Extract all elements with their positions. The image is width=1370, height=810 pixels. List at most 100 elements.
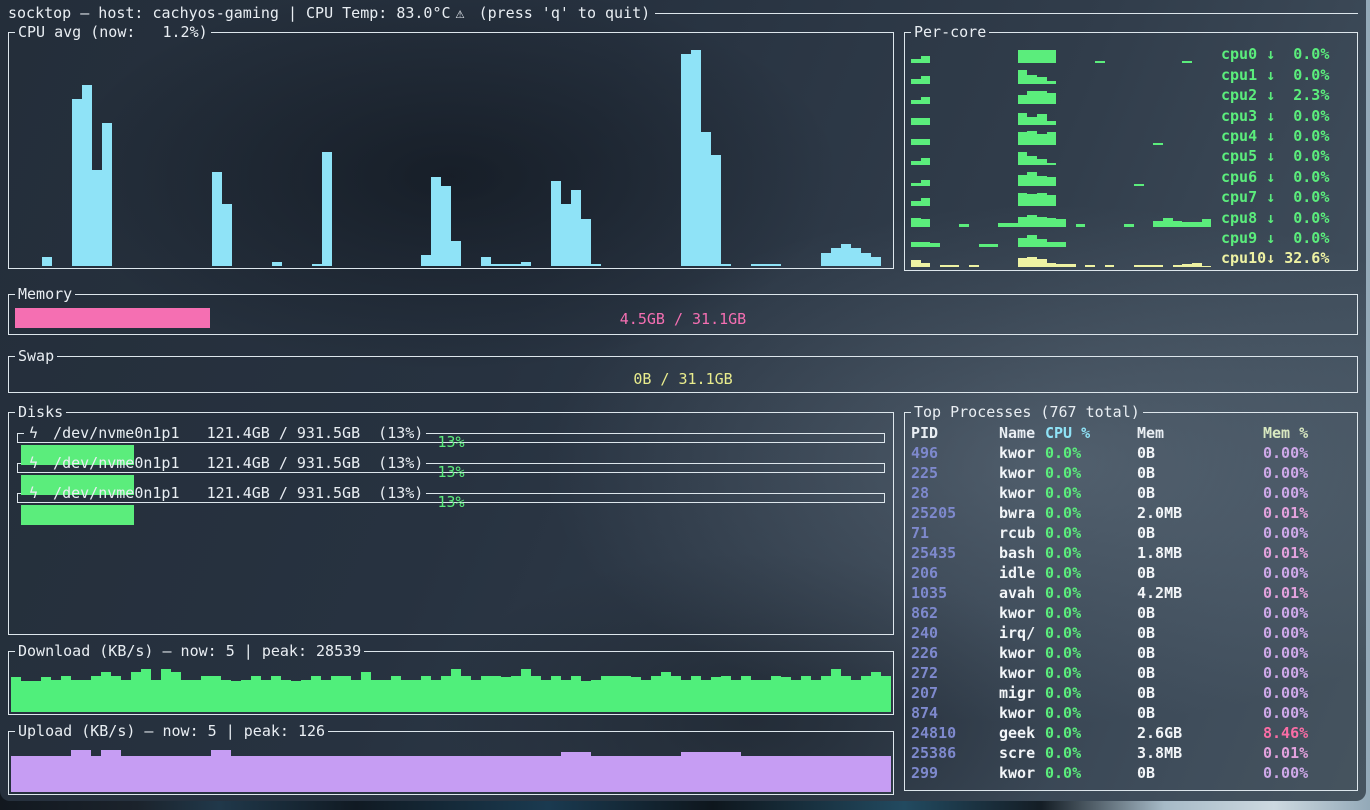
process-cpu: 0.0% (1045, 503, 1137, 523)
chart-bar (1037, 77, 1047, 84)
chart-bar (1182, 222, 1192, 226)
chart-bar (1027, 257, 1037, 267)
core-row: cpu4 ↓ 0.0% (911, 126, 1353, 146)
process-mem: 2.6GB (1137, 723, 1263, 743)
chart-bar (911, 59, 921, 63)
chart-bar (361, 756, 371, 792)
chart-bar (911, 79, 921, 84)
disk-usage-row: 13% (17, 502, 885, 503)
chart-bar (751, 264, 761, 266)
chart-bar (401, 680, 411, 712)
chart-bar (1144, 265, 1154, 267)
chart-bar (1163, 218, 1173, 226)
chart-bar (301, 680, 311, 712)
chart-bar (801, 756, 811, 792)
download-panel: Download (KB/s) — now: 5 | peak: 28539 (8, 644, 894, 715)
chart-bar (541, 756, 551, 792)
core-spark-chart (911, 68, 1221, 84)
process-pid: 25435 (911, 543, 999, 563)
chart-bar (731, 680, 741, 712)
chart-bar (31, 756, 41, 792)
chart-bar (871, 257, 881, 266)
process-mem: 1.8MB (1137, 543, 1263, 563)
per-core-title: Per-core (914, 24, 986, 40)
chart-bar (231, 756, 241, 792)
chart-bar (481, 257, 491, 266)
lightning-icon: ϟ (29, 424, 38, 442)
chart-bar (141, 669, 151, 712)
chart-bar (641, 680, 651, 712)
core-row: cpu7 ↓ 0.0% (911, 187, 1353, 207)
process-mem: 0B (1137, 523, 1263, 543)
process-pid: 496 (911, 443, 999, 463)
chart-bar (691, 676, 701, 712)
chart-bar (811, 756, 821, 792)
chart-bar (591, 756, 601, 792)
chart-bar (1037, 239, 1047, 247)
chart-bar (681, 752, 691, 792)
chart-bar (231, 681, 241, 712)
chart-bar (721, 264, 731, 266)
chart-bar (201, 756, 211, 792)
chart-bar (381, 680, 391, 712)
core-spark-chart (911, 170, 1221, 186)
border-corner (878, 463, 885, 472)
core-spark-chart (911, 211, 1221, 227)
chart-bar (701, 132, 711, 266)
chart-bar (561, 204, 571, 266)
process-pid: 862 (911, 603, 999, 623)
chart-bar (41, 677, 51, 712)
chart-bar (641, 756, 651, 792)
border-corner (8, 731, 15, 740)
chart-bar (511, 756, 521, 792)
chart-bar (521, 756, 531, 792)
chart-bar (91, 676, 101, 712)
core-label: cpu7 ↓ 0.0% (1221, 188, 1353, 207)
chart-bar (950, 265, 960, 267)
chart-bar (911, 260, 921, 267)
disk-usage-row: 13% (17, 472, 885, 473)
core-spark-chart (911, 190, 1221, 206)
chart-bar (222, 204, 232, 266)
process-cpu: 0.0% (1045, 483, 1137, 503)
chart-bar (351, 756, 361, 792)
chart-bar (761, 756, 771, 792)
core-row: cpu2 ↓ 2.3% (911, 85, 1353, 105)
process-name: kwor (999, 483, 1045, 503)
column-header: Mem % (1263, 423, 1351, 443)
chart-bar (911, 183, 921, 186)
chart-bar (41, 756, 51, 792)
chart-bar (591, 680, 601, 712)
chart-bar (581, 681, 591, 712)
border-corner (1351, 356, 1358, 365)
process-cpu: 0.0% (1045, 523, 1137, 543)
process-cpu: 0.0% (1045, 723, 1137, 743)
chart-bar (1047, 163, 1057, 165)
process-name: bash (999, 543, 1045, 563)
process-cpu: 0.0% (1045, 443, 1137, 463)
chart-bar (861, 253, 871, 266)
chart-bar (831, 669, 841, 712)
chart-bar (211, 676, 221, 712)
chart-bar (741, 756, 751, 792)
chart-bar (1027, 235, 1037, 247)
process-mem-percent: 0.01% (1263, 583, 1351, 603)
chart-bar (691, 752, 701, 792)
chart-bar (940, 265, 950, 267)
chart-bar (681, 54, 691, 266)
chart-bar (511, 264, 521, 266)
core-row: cpu3 ↓ 0.0% (911, 105, 1353, 125)
core-label: cpu1 ↓ 0.0% (1221, 66, 1353, 85)
chart-bar (911, 100, 921, 104)
chart-bar (1134, 184, 1144, 186)
chart-bar (291, 681, 301, 712)
process-cpu: 0.0% (1045, 623, 1137, 643)
chart-bar (451, 241, 461, 266)
disk-title-text: /dev/nvme0n1p1 121.4GB / 931.5GB (13%) (44, 484, 423, 502)
chart-bar (161, 669, 171, 712)
chart-bar (711, 155, 721, 267)
border-corner (8, 412, 15, 421)
chart-bar (881, 756, 891, 792)
chart-bar (921, 198, 931, 206)
process-pid: 28 (911, 483, 999, 503)
